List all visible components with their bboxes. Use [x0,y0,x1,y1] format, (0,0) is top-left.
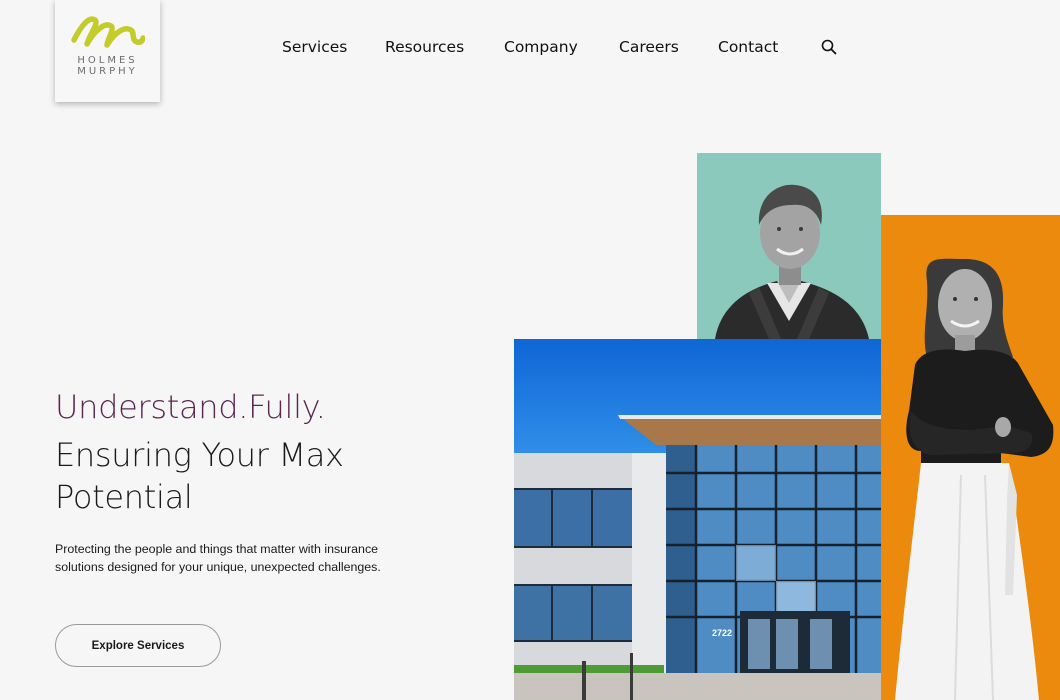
nav-item-company[interactable]: Company [504,38,578,56]
brand-line-2: MURPHY [77,66,138,77]
nav-item-resources[interactable]: Resources [385,38,464,56]
brand-logo[interactable]: HOLMES MURPHY [55,0,160,102]
building-photo: 2722 [514,339,881,700]
nav-item-careers[interactable]: Careers [619,38,679,56]
building-sign: 2722 [712,628,732,638]
portrait-panel-teal [697,153,881,339]
hero-tagline: Understand.Fully. [55,388,326,426]
brand-wordmark: HOLMES MURPHY [77,55,138,77]
office-building-illustration: 2722 [514,415,881,700]
brand-line-1: HOLMES [77,55,138,66]
brand-mark-icon [70,16,145,48]
hero-body: Protecting the people and things that ma… [55,542,381,574]
woman-portrait [895,258,1054,700]
portrait-panel-orange [881,215,1060,700]
man-portrait [715,184,869,339]
explore-services-button[interactable]: Explore Services [55,624,221,667]
nav-item-services[interactable]: Services [282,38,347,56]
hero-headline: Ensuring Your Max Potential [55,436,344,516]
search-icon[interactable] [821,39,837,55]
nav-item-contact[interactable]: Contact [718,38,778,56]
